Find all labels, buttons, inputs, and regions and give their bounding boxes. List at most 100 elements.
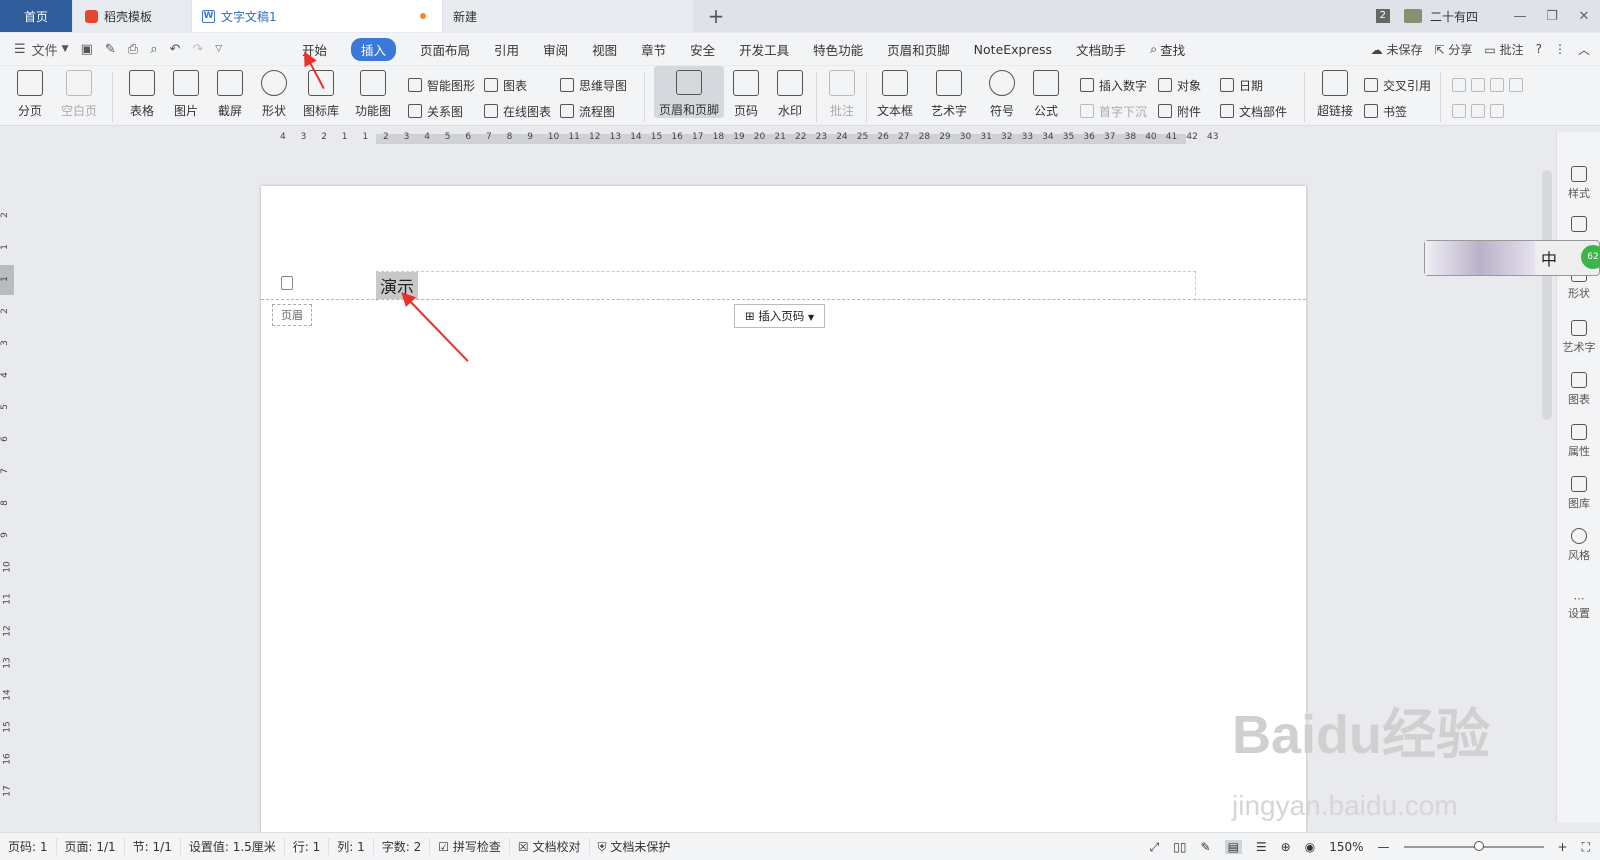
vertical-scrollbar[interactable]	[1542, 170, 1552, 420]
document-page[interactable]: 演示 页眉 ⊞ 插入页码 ▼	[261, 186, 1306, 832]
side-wordart-button[interactable]: 艺术字	[1557, 320, 1600, 355]
online-chart-button[interactable]: 在线图表	[484, 100, 551, 122]
side-cursor-button[interactable]	[1557, 216, 1600, 235]
picture-button[interactable]: 图片	[166, 66, 206, 119]
save-icon[interactable]: ▣	[81, 42, 93, 57]
share-button[interactable]: ⇱ 分享	[1435, 41, 1473, 58]
comment-button[interactable]: ▭ 批注	[1484, 41, 1523, 58]
web-view-icon[interactable]: ⊕	[1281, 840, 1291, 854]
outline-view-icon[interactable]: ☰	[1256, 840, 1267, 854]
close-button[interactable]: ✕	[1568, 9, 1600, 24]
restore-button[interactable]: ❐	[1536, 9, 1568, 24]
spell-check-button[interactable]: ☑ 拼写检查	[430, 838, 510, 855]
menu-references[interactable]: 引用	[482, 33, 531, 65]
zoom-slider[interactable]	[1403, 841, 1544, 851]
side-styles-button[interactable]: 样式	[1557, 166, 1600, 201]
relation-chart-button[interactable]: 关系图	[408, 100, 463, 122]
hyperlink-button[interactable]: 超链接	[1312, 66, 1358, 119]
side-chart-button[interactable]: 图表	[1557, 372, 1600, 407]
page-break-button[interactable]: 分页	[10, 66, 50, 119]
status-col[interactable]: 列: 1	[329, 838, 374, 855]
vertical-ruler[interactable]: 2 1 1 2 3 4 5 6 7 8 9 10 11 12 13 14 15 16 17	[0, 190, 16, 820]
side-properties-button[interactable]: 属性	[1557, 424, 1600, 459]
flowchart-button[interactable]: 流程图	[560, 100, 615, 122]
wordart-button[interactable]: 艺术字	[926, 66, 972, 119]
menu-review[interactable]: 审阅	[531, 33, 580, 65]
file-menu[interactable]: 文件	[32, 40, 58, 59]
read-mode-icon[interactable]: ▯▯	[1173, 840, 1186, 854]
symbol-button[interactable]: 符号	[984, 66, 1020, 119]
edit-mode-icon[interactable]: ✎	[1201, 840, 1211, 854]
collapse-ribbon-icon[interactable]: ︿	[1578, 41, 1590, 58]
ime-toolbar[interactable]: 中 62	[1424, 240, 1600, 276]
status-pages[interactable]: 页面: 1/1	[57, 838, 125, 855]
insert-number-button[interactable]: 插入数字	[1080, 74, 1147, 96]
menu-security[interactable]: 安全	[678, 33, 727, 65]
header-edit-area[interactable]	[376, 271, 1196, 301]
menu-chapter[interactable]: 章节	[629, 33, 678, 65]
status-section[interactable]: 节: 1/1	[125, 838, 181, 855]
format-painter-icon[interactable]: ✎	[105, 42, 116, 57]
formula-button[interactable]: 公式	[1028, 66, 1064, 119]
fit-page-icon[interactable]: ⛶	[1582, 840, 1590, 855]
header-options-icon[interactable]	[281, 276, 293, 290]
page-view-icon[interactable]: ▤	[1224, 840, 1242, 854]
tab-home[interactable]: 首页	[0, 0, 72, 32]
smart-shape-button[interactable]: 智能图形	[408, 74, 475, 96]
more-icon[interactable]: ⋮	[1554, 42, 1566, 56]
ime-mode[interactable]: 中	[1541, 246, 1557, 270]
mindmap-button[interactable]: 思维导图	[560, 74, 627, 96]
minimize-button[interactable]: —	[1504, 9, 1536, 24]
status-setting[interactable]: 设置值: 1.5厘米	[181, 838, 285, 855]
menu-noteexpress[interactable]: NoteExpress	[962, 33, 1064, 65]
side-style-theme-button[interactable]: 风格	[1557, 528, 1600, 563]
watermark-button[interactable]: 水印	[770, 66, 810, 119]
side-settings-button[interactable]: ⋯ 设置	[1557, 592, 1600, 621]
hamburger-icon[interactable]: ☰	[14, 42, 26, 57]
menu-insert[interactable]: 插入	[339, 33, 408, 65]
status-words[interactable]: 字数: 2	[374, 838, 431, 855]
side-gallery-button[interactable]: 图库	[1557, 476, 1600, 511]
menu-view[interactable]: 视图	[580, 33, 629, 65]
icon-library-button[interactable]: 图标库	[298, 66, 344, 119]
customize-icon[interactable]: ▽	[215, 44, 222, 54]
fullscreen-icon[interactable]: ⤢	[1150, 840, 1160, 855]
doc-proof-button[interactable]: ☒ 文档校对	[510, 838, 590, 855]
tab-docer-templates[interactable]: 稻壳模板	[73, 0, 191, 32]
bookmark-button[interactable]: 书签	[1364, 100, 1407, 122]
ime-badge[interactable]: 62	[1581, 245, 1600, 269]
undo-icon[interactable]: ↶	[169, 42, 180, 57]
window-count-badge[interactable]: 2	[1375, 9, 1390, 23]
table-button[interactable]: 表格	[122, 66, 162, 119]
zoom-slider-handle[interactable]	[1473, 841, 1484, 851]
function-chart-button[interactable]: 功能图	[350, 66, 396, 119]
print-preview-icon[interactable]: ⌕	[150, 42, 157, 57]
date-button[interactable]: 日期	[1220, 74, 1263, 96]
attachment-button[interactable]: 附件	[1158, 100, 1201, 122]
user-name[interactable]: 二十有四	[1430, 8, 1478, 25]
doc-protect-button[interactable]: ⛨ 文档未保护	[590, 838, 679, 855]
header-footer-button[interactable]: 页眉和页脚	[654, 66, 724, 118]
screenshot-button[interactable]: 截屏	[210, 66, 250, 119]
tab-document[interactable]: W 文字文稿1	[192, 0, 442, 32]
textbox-button[interactable]: 文本框	[872, 66, 918, 119]
menu-layout[interactable]: 页面布局	[408, 33, 482, 65]
drop-cap-button[interactable]: 首字下沉	[1080, 100, 1147, 122]
insert-page-number-button[interactable]: ⊞ 插入页码 ▼	[734, 304, 826, 328]
status-row[interactable]: 行: 1	[285, 838, 330, 855]
page-number-button[interactable]: 页码	[726, 66, 766, 119]
status-page[interactable]: 页码: 1	[0, 838, 57, 855]
horizontal-ruler[interactable]: 4 3 2 1 1 2 3 4 5 6 7 8 9 10 11 12 13 14 15 16 17 18 19 20 21 22 2…	[280, 132, 1290, 148]
menu-features[interactable]: 特色功能	[801, 33, 875, 65]
object-button[interactable]: 对象	[1158, 74, 1201, 96]
add-tab-button[interactable]: +	[700, 0, 732, 32]
zoom-level[interactable]: 150%	[1329, 840, 1363, 854]
print-icon[interactable]: ⎙	[128, 42, 138, 57]
eye-protect-icon[interactable]: ◉	[1305, 840, 1315, 854]
unsaved-button[interactable]: ☁ 未保存	[1371, 41, 1423, 58]
zoom-out-button[interactable]: —	[1378, 840, 1390, 854]
menu-developer[interactable]: 开发工具	[727, 33, 801, 65]
help-button[interactable]: ?	[1536, 42, 1542, 56]
chart-button[interactable]: 图表	[484, 74, 527, 96]
chevron-down-icon[interactable]: ▼	[62, 44, 69, 54]
